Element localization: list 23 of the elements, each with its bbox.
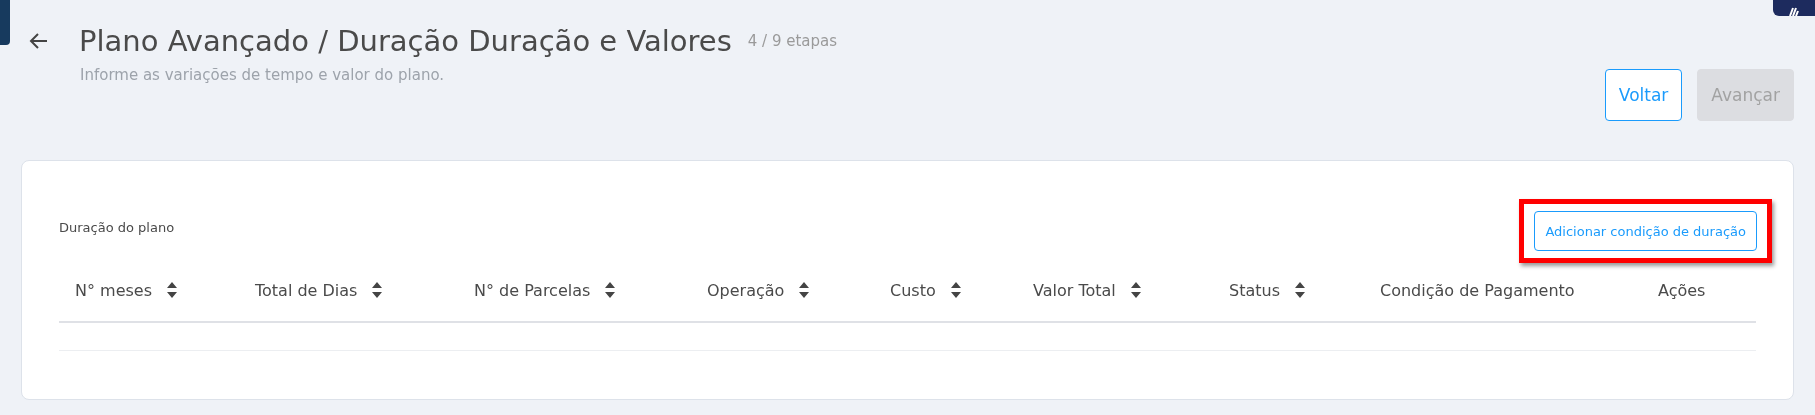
column-header: Ações <box>1658 280 1706 300</box>
column-header: Operação <box>707 280 785 300</box>
column-header: Custo <box>890 280 936 300</box>
column-header: N° meses <box>75 280 152 300</box>
section-title: Duração do plano <box>59 219 175 235</box>
column-header: Status <box>1229 280 1280 300</box>
page-title: Plano Avançado / Duração Duração e Valores <box>79 24 732 58</box>
sort-icon[interactable] <box>798 281 811 299</box>
sort-icon[interactable] <box>166 281 178 299</box>
add-condition-button[interactable]: Adicionar condição de duração <box>1534 211 1757 251</box>
sort-icon[interactable] <box>371 281 384 299</box>
column-header: Condição de Pagamento <box>1380 280 1575 300</box>
column-header: Valor Total <box>1033 280 1116 300</box>
back-button[interactable]: Voltar <box>1604 69 1683 121</box>
step-counter: 4 / 9 etapas <box>747 32 838 50</box>
accessibility-tab[interactable] <box>1773 0 1815 16</box>
sort-icon[interactable] <box>1294 281 1306 299</box>
sort-icon[interactable] <box>1129 281 1142 299</box>
page-subtitle: Informe as variações de tempo e valor do plano. <box>80 66 446 84</box>
sort-icon[interactable] <box>949 281 962 299</box>
column-header: Total de Dias <box>255 280 358 300</box>
column-header: N° de Parcelas <box>474 280 591 300</box>
sort-icon[interactable] <box>604 281 617 299</box>
